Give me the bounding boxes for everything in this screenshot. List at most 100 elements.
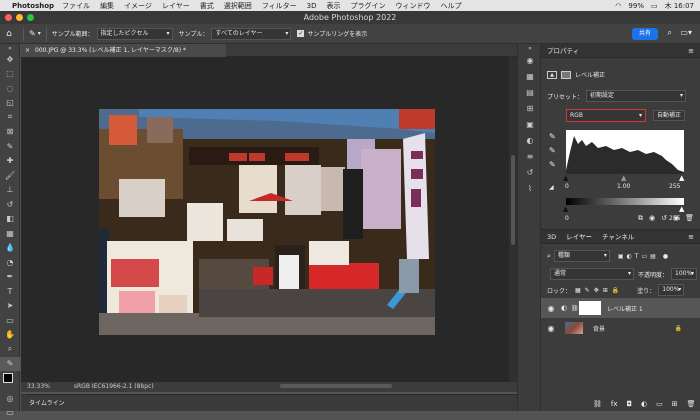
history-panel-icon[interactable]: ↺ xyxy=(518,164,542,180)
menu-type[interactable]: 書式 xyxy=(200,1,214,11)
output-black-handle[interactable]: ▲ xyxy=(563,205,568,213)
link-layers-icon[interactable]: ⛓ xyxy=(593,400,602,408)
marquee-tool-icon[interactable]: ⬚ xyxy=(0,67,20,82)
menu-edit[interactable]: 編集 xyxy=(100,1,114,11)
new-layer-icon[interactable]: ⊞ xyxy=(672,400,678,408)
vertical-scrollbar[interactable] xyxy=(509,57,517,387)
visibility-eye-icon[interactable]: ◉ xyxy=(541,324,561,333)
menu-3d[interactable]: 3D xyxy=(307,2,317,10)
share-button[interactable]: 共有 xyxy=(632,28,658,40)
menu-image[interactable]: イメージ xyxy=(124,1,152,11)
menu-select[interactable]: 選択範囲 xyxy=(224,1,252,11)
menu-layer[interactable]: レイヤー xyxy=(162,1,190,11)
hand-tool-icon[interactable]: ✋ xyxy=(0,328,20,343)
filter-toggle-icon[interactable]: ● xyxy=(663,253,668,260)
eyedropper-tool-icon[interactable]: ✎ xyxy=(29,29,36,38)
type-tool-icon[interactable]: T xyxy=(0,284,20,299)
color-profile[interactable]: sRGB IEC61966-2.1 (8bpc) xyxy=(74,382,154,392)
input-black-value[interactable]: 0 xyxy=(565,183,569,190)
clock[interactable]: 木 16:07 xyxy=(665,1,694,11)
foreground-color[interactable] xyxy=(3,373,13,383)
menu-view[interactable]: 表示 xyxy=(326,1,340,11)
properties-tab[interactable]: プロパティ xyxy=(541,44,700,58)
paths-panel-icon[interactable]: ⌇ xyxy=(518,180,542,196)
quick-mask-icon[interactable]: ◎ xyxy=(0,391,20,406)
frame-tool-icon[interactable]: ⊠ xyxy=(0,125,20,140)
history-brush-icon[interactable]: ↺ xyxy=(0,197,20,212)
layer-name[interactable]: レベル補正 1 xyxy=(607,304,643,313)
color-panel-icon[interactable]: ◉ xyxy=(518,52,542,68)
brush-tool-icon[interactable]: 🖌 xyxy=(0,168,20,183)
gamma-input-handle[interactable]: ▲ xyxy=(621,174,626,182)
add-mask-icon[interactable]: ◘ xyxy=(627,400,633,408)
clip-to-layer-icon[interactable]: ⧉ xyxy=(638,214,643,223)
visibility-icon[interactable]: ◉ xyxy=(673,214,679,223)
delete-layer-icon[interactable]: 🗑 xyxy=(687,400,696,408)
show-ring-checkbox[interactable]: ✓ xyxy=(297,30,304,37)
black-point-eyedropper-icon[interactable]: ✎ xyxy=(549,132,556,141)
collapse-toolbar-icon[interactable]: « xyxy=(0,44,20,52)
home-icon[interactable]: ⌂ xyxy=(0,29,18,39)
minimize-window-icon[interactable] xyxy=(16,14,23,21)
document-tab[interactable]: × 000.JPG @ 33.3% (レベル補正 1, レイヤーマスク/8) * xyxy=(21,44,226,57)
preset-select[interactable]: 初期設定 xyxy=(586,90,686,102)
opacity-field[interactable]: 100% xyxy=(671,268,697,280)
blur-tool-icon[interactable]: 💧 xyxy=(0,241,20,256)
visibility-eye-icon[interactable]: ◉ xyxy=(541,304,561,313)
menu-plugins[interactable]: プラグイン xyxy=(350,1,385,11)
shape-tool-icon[interactable]: ▭ xyxy=(0,313,20,328)
filter-kind-select[interactable]: 種類 xyxy=(554,250,610,262)
lasso-tool-icon[interactable]: ◌ xyxy=(0,81,20,96)
libraries-panel-icon[interactable]: ▣ xyxy=(518,116,542,132)
blend-mode-select[interactable]: 通常 xyxy=(550,268,634,280)
auto-button[interactable]: 自動補正 xyxy=(653,110,685,121)
layer-row-background[interactable]: ◉ 背景 🔒 xyxy=(541,318,700,338)
zoom-window-icon[interactable] xyxy=(27,14,34,21)
fill-field[interactable]: 100% xyxy=(658,284,684,296)
layer-mask-thumbnail[interactable] xyxy=(579,301,601,315)
pen-tool-icon[interactable]: ✒ xyxy=(0,270,20,285)
active-eyedropper-icon[interactable]: ✎ xyxy=(0,357,20,372)
tab-channels[interactable]: チャンネル xyxy=(602,230,634,243)
properties-panel-icon[interactable]: ≡ xyxy=(518,148,542,164)
tool-preset-icon[interactable]: ▾ xyxy=(38,30,41,37)
healing-brush-icon[interactable]: ✚ xyxy=(0,154,20,169)
input-white-value[interactable]: 255 xyxy=(669,183,680,190)
tab-3d[interactable]: 3D xyxy=(547,230,556,243)
layers-menu-icon[interactable]: ≡ xyxy=(688,233,694,241)
screen-mode-icon[interactable]: ▭ xyxy=(0,406,20,420)
path-select-icon[interactable]: ➤ xyxy=(0,299,20,314)
input-slider[interactable]: ▲ ▲ ▲ xyxy=(566,174,684,182)
close-window-icon[interactable] xyxy=(5,14,12,21)
menu-filter[interactable]: フィルター xyxy=(262,1,297,11)
gradient-tool-icon[interactable]: ▦ xyxy=(0,226,20,241)
pattern-panel-icon[interactable]: ⊞ xyxy=(518,100,542,116)
canvas-area[interactable] xyxy=(21,57,517,382)
eraser-tool-icon[interactable]: ◧ xyxy=(0,212,20,227)
wifi-icon[interactable]: ◠ xyxy=(615,2,621,10)
collapse-dock-icon[interactable]: » xyxy=(518,44,542,52)
black-input-handle[interactable]: ▲ xyxy=(563,174,568,182)
gradient-panel-icon[interactable]: ▤ xyxy=(518,84,542,100)
tab-layers[interactable]: レイヤー xyxy=(566,230,592,243)
white-input-handle[interactable]: ▲ xyxy=(679,174,684,182)
gray-point-eyedropper-icon[interactable]: ✎ xyxy=(549,146,556,155)
link-icon[interactable]: ⛓ xyxy=(571,305,579,312)
reset-icon[interactable]: ↺ xyxy=(661,214,667,223)
delete-icon[interactable]: 🗑 xyxy=(685,214,694,223)
properties-menu-icon[interactable]: ≡ xyxy=(688,47,694,55)
close-tab-icon[interactable]: × xyxy=(25,44,30,57)
vertical-scroll-thumb[interactable] xyxy=(511,155,515,245)
horizontal-scroll-thumb[interactable] xyxy=(280,384,392,388)
object-select-tool-icon[interactable]: ◱ xyxy=(0,96,20,111)
fx-icon[interactable]: fx xyxy=(611,400,618,408)
white-point-eyedropper-icon[interactable]: ✎ xyxy=(549,160,556,169)
lock-icons[interactable]: ▦✎✥⊞🔒 xyxy=(575,287,623,294)
new-group-icon[interactable]: ▭ xyxy=(656,400,663,408)
swatches-panel-icon[interactable]: ▦ xyxy=(518,68,542,84)
zoom-level[interactable]: 33.33% xyxy=(27,382,50,392)
input-gamma-value[interactable]: 1.00 xyxy=(617,183,630,190)
search-icon[interactable]: ⌕ xyxy=(668,28,672,38)
filter-icons[interactable]: ▣◐T▭▤ xyxy=(618,253,659,260)
layer-row-adjustment[interactable]: ◉ ◐ ⛓ レベル補正 1 xyxy=(541,298,700,318)
